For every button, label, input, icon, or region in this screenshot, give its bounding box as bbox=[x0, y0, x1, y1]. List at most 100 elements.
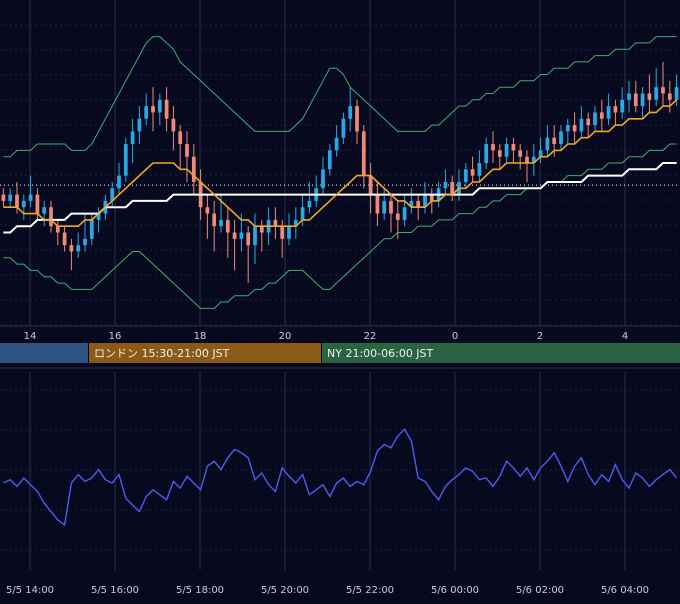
candle-body bbox=[443, 181, 448, 189]
candle bbox=[423, 181, 427, 214]
candle bbox=[450, 175, 455, 201]
candle-body bbox=[341, 118, 346, 138]
candle bbox=[62, 226, 67, 252]
x-tick-label: 20 bbox=[279, 331, 292, 342]
candle bbox=[443, 169, 448, 195]
candle bbox=[55, 219, 60, 246]
candle bbox=[361, 125, 366, 189]
candle-body bbox=[191, 156, 196, 182]
candle-body bbox=[83, 238, 87, 246]
x-tick-label: 5/5 18:00 bbox=[176, 585, 224, 596]
candle-body bbox=[171, 118, 176, 132]
candle bbox=[49, 200, 53, 233]
candle-body bbox=[76, 245, 81, 252]
candle bbox=[497, 144, 502, 170]
x-tick-label: 5/5 14:00 bbox=[6, 585, 54, 596]
candle bbox=[647, 74, 652, 113]
candle-body bbox=[382, 200, 387, 214]
candle-body bbox=[355, 106, 359, 132]
x-tick-label: 16 bbox=[109, 331, 122, 342]
candle-body bbox=[565, 125, 570, 132]
candle-body bbox=[287, 226, 291, 239]
candle bbox=[511, 137, 516, 163]
candle bbox=[42, 200, 47, 227]
candle bbox=[389, 194, 393, 233]
candle bbox=[293, 207, 298, 239]
candle-body bbox=[144, 106, 149, 119]
candle-body bbox=[130, 131, 135, 145]
candle-body bbox=[395, 213, 400, 220]
candle bbox=[484, 137, 489, 170]
candle bbox=[273, 207, 278, 239]
x-tick-label: 0 bbox=[452, 331, 458, 342]
candle bbox=[382, 188, 387, 220]
chart-panel: 14 16 18 20 22 0 2 4 ロンドン 15:30-21:00 JST NY 21:… bbox=[0, 0, 680, 600]
candle bbox=[545, 125, 550, 157]
candle bbox=[470, 156, 475, 182]
candle bbox=[334, 125, 339, 157]
candle-body bbox=[389, 200, 393, 214]
candle-body bbox=[15, 194, 19, 208]
candle bbox=[606, 93, 611, 126]
candle-body bbox=[586, 118, 591, 126]
candle-body bbox=[157, 99, 162, 113]
x-tick-label: 2 bbox=[537, 331, 543, 342]
candle bbox=[538, 137, 543, 163]
candle-body bbox=[62, 232, 67, 246]
candle bbox=[253, 213, 257, 265]
candle bbox=[321, 156, 325, 195]
candle bbox=[307, 181, 312, 214]
candle bbox=[491, 131, 495, 163]
candle-body bbox=[572, 125, 577, 132]
candle-body bbox=[627, 93, 631, 100]
candle bbox=[409, 188, 414, 214]
candle bbox=[178, 125, 183, 170]
candle bbox=[76, 232, 81, 258]
chart-svg: 14 16 18 20 22 0 2 4 ロンドン 15:30-21:00 JST NY 21:… bbox=[0, 0, 680, 596]
candle bbox=[572, 112, 577, 145]
session-label: ロンドン 15:30-21:00 JST bbox=[94, 347, 230, 360]
candle bbox=[599, 99, 604, 132]
session-label: NY 21:00-06:00 JST bbox=[327, 347, 434, 360]
candle bbox=[477, 150, 482, 182]
candle-body bbox=[69, 245, 74, 252]
candle-body bbox=[525, 156, 529, 163]
session-bar: ロンドン 15:30-21:00 JST bbox=[89, 343, 321, 363]
candle bbox=[633, 80, 638, 113]
candle bbox=[137, 106, 142, 145]
candle bbox=[368, 163, 373, 214]
candle bbox=[531, 144, 536, 176]
candle-body bbox=[49, 207, 53, 227]
candle-body bbox=[552, 137, 557, 145]
candle-body bbox=[504, 144, 509, 157]
candle-body bbox=[640, 93, 645, 107]
candle-body bbox=[593, 112, 597, 126]
candle-body bbox=[28, 194, 33, 201]
candle-body bbox=[178, 131, 183, 145]
candle bbox=[586, 112, 591, 138]
bollinger-upper bbox=[3, 36, 677, 158]
candle-body bbox=[55, 226, 60, 233]
candle bbox=[117, 163, 121, 195]
candle-body bbox=[253, 226, 257, 246]
x-tick-label: 18 bbox=[194, 331, 207, 342]
candle bbox=[613, 99, 618, 126]
moving-average-slow bbox=[3, 162, 677, 234]
candle-body bbox=[348, 106, 353, 119]
candle bbox=[314, 175, 319, 208]
candle-body bbox=[375, 194, 380, 214]
candle-body bbox=[579, 118, 584, 132]
moving-average-fast bbox=[3, 99, 678, 227]
candle-body bbox=[280, 226, 285, 239]
candle-body bbox=[300, 207, 305, 220]
candle-body bbox=[463, 169, 468, 182]
session-bar-fill bbox=[0, 343, 88, 363]
candle-body bbox=[633, 93, 638, 107]
candle bbox=[402, 194, 407, 227]
candle bbox=[525, 150, 529, 182]
candle-body bbox=[559, 131, 563, 145]
candle-body bbox=[606, 106, 611, 119]
candle bbox=[69, 238, 74, 271]
candle-body bbox=[225, 219, 230, 233]
candle bbox=[144, 93, 149, 126]
